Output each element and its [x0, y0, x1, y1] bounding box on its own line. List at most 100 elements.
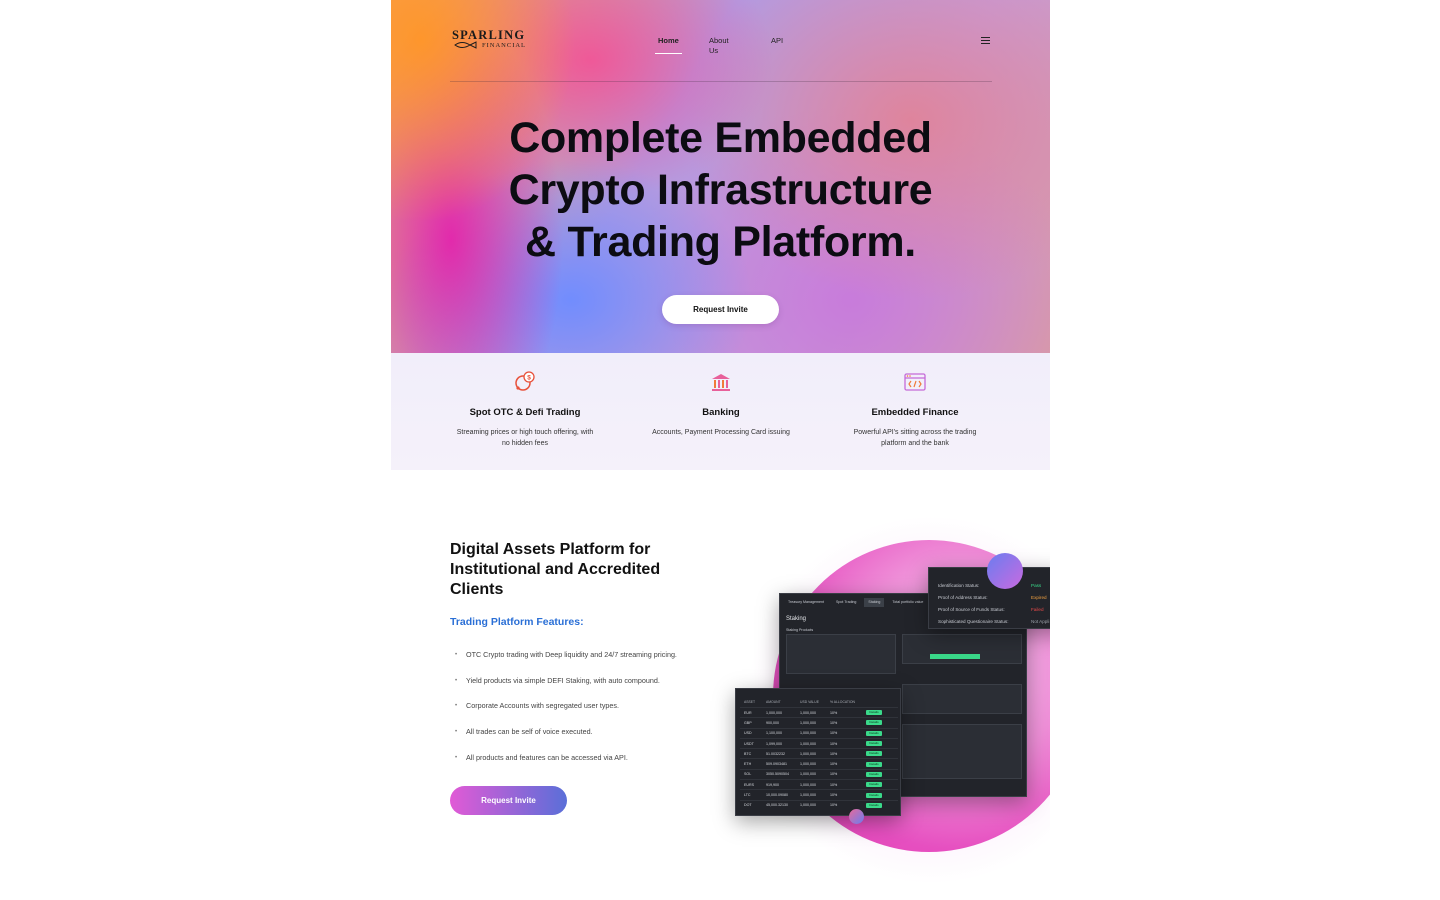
request-invite-button[interactable]: Request Invite	[662, 295, 779, 324]
cell-asset: USD	[744, 731, 752, 736]
status-row: Proof of Address Status: Expired	[938, 595, 1050, 600]
status-value: Pass	[1031, 583, 1042, 588]
status-value: Failed	[1031, 607, 1044, 612]
svg-text:$: $	[527, 374, 531, 381]
details-button[interactable]: Details	[866, 761, 882, 767]
cell-usd: 1,000,000	[800, 762, 816, 767]
status-label: Proof of Address Status:	[938, 595, 988, 600]
nav-home[interactable]: Home	[655, 36, 682, 54]
cell-usd: 1,000,000	[800, 772, 816, 777]
cell-amount: 45,000.32130	[766, 803, 788, 808]
details-button[interactable]: Details	[866, 802, 882, 808]
details-button[interactable]: Details	[866, 710, 882, 716]
tab-spot-trading: Spot Trading	[836, 600, 857, 604]
list-item: All trades can be self of voice executed…	[455, 722, 677, 748]
nav-api[interactable]: API	[771, 36, 783, 54]
cell-amount: 1,100,000	[766, 731, 782, 736]
cell-allocation: 10%	[830, 741, 838, 746]
cell-allocation: 10%	[830, 762, 838, 767]
navbar: SPARLING FINANCIAL Home About Us API	[450, 0, 992, 82]
cell-asset: GBP	[744, 720, 752, 725]
status-value: Expired	[1031, 595, 1047, 600]
platform-subtitle: Trading Platform Features:	[450, 616, 584, 628]
status-label: Proof of Source of Funds Status:	[938, 607, 1005, 612]
table-row: LTC 10,000.09080 1,000,000 10% Details	[740, 789, 898, 799]
cell-asset: EURS	[744, 782, 754, 787]
details-button[interactable]: Details	[866, 782, 882, 788]
nav-about-us[interactable]: About Us	[709, 36, 729, 55]
balance-box	[902, 684, 1022, 714]
table-row: ETH 509.0903481 1,000,000 10% Details	[740, 758, 898, 768]
feature-desc: Streaming prices or high touch offering,…	[456, 429, 594, 447]
hero-title-line-3: & Trading Platform.	[525, 218, 916, 266]
brand-logo[interactable]: SPARLING FINANCIAL	[452, 28, 532, 52]
mockup-tabs: Treasury Management Spot Trading Staking…	[784, 598, 927, 607]
cell-asset: USDT	[744, 741, 754, 746]
table-header: ASSET AMOUNT USD VALUE % ALLOCATION	[740, 697, 898, 707]
cell-amount: 51.0032232	[766, 751, 785, 756]
details-button[interactable]: Details	[866, 720, 882, 726]
feature-desc: Powerful API's sitting across the tradin…	[853, 429, 977, 447]
portfolio-table-panel: ASSET AMOUNT USD VALUE % ALLOCATION EUR 1…	[735, 688, 901, 816]
platform-feature-list: OTC Crypto trading with Deep liquidity a…	[455, 645, 677, 773]
list-item: OTC Crypto trading with Deep liquidity a…	[455, 645, 677, 671]
details-button[interactable]: Details	[866, 751, 882, 757]
cell-allocation: 10%	[830, 751, 838, 756]
cell-amount: 1,000,000	[766, 710, 782, 715]
staking-products-table	[786, 634, 896, 674]
portfolio-table: ASSET AMOUNT USD VALUE % ALLOCATION EUR 1…	[740, 697, 898, 810]
fish-icon	[454, 41, 477, 49]
decorative-dot	[849, 809, 864, 824]
table-row: DOT 45,000.32130 1,000,000 10% Details	[740, 799, 898, 810]
status-label: Sophisticated Questionaire Status:	[938, 619, 1009, 624]
staking-subtitle: Staking Products	[786, 628, 814, 632]
col-allocation: % ALLOCATION	[830, 700, 855, 704]
cell-amount: 900,000	[766, 720, 779, 725]
cell-usd: 1,000,000	[800, 741, 816, 746]
table-row: GBP 900,000 1,000,000 10% Details	[740, 717, 898, 727]
cell-amount: 3050.5090504	[766, 772, 789, 777]
exchange-coin-icon: $	[515, 371, 535, 391]
cell-amount: 509.0903481	[766, 762, 787, 767]
page: SPARLING FINANCIAL Home About Us API Com…	[391, 0, 1050, 900]
cell-usd: 1,000,000	[800, 793, 816, 798]
feature-title: Banking	[702, 407, 740, 418]
request-invite-button-secondary[interactable]: Request Invite	[450, 786, 567, 815]
cell-allocation: 10%	[830, 772, 838, 777]
staking-title: Staking	[786, 616, 807, 622]
cell-usd: 1,000,000	[800, 710, 816, 715]
feature-title: Embedded Finance	[871, 407, 959, 418]
hero-section: SPARLING FINANCIAL Home About Us API Com…	[391, 0, 1050, 353]
col-amount: AMOUNT	[766, 700, 781, 704]
tab-portfolio: Total portfolio value	[892, 600, 924, 604]
cell-amount: 919,900	[766, 782, 779, 787]
cell-allocation: 10%	[830, 793, 838, 798]
details-button[interactable]: Details	[866, 730, 882, 736]
col-asset: ASSET	[744, 700, 756, 704]
table-row: SOL 3050.5090504 1,000,000 10% Details	[740, 768, 898, 779]
details-button[interactable]: Details	[866, 771, 882, 777]
stake-form	[902, 634, 1022, 664]
cell-usd: 1,000,000	[800, 803, 816, 808]
col-usd: USD VALUE	[800, 700, 819, 704]
decorative-dot	[987, 553, 1023, 589]
cell-allocation: 10%	[830, 803, 838, 808]
list-item: Yield products via simple DEFI Staking, …	[455, 671, 677, 697]
tab-treasury: Treasury Management	[788, 600, 825, 604]
list-item: Corporate Accounts with segregated user …	[455, 696, 677, 722]
details-button[interactable]: Details	[866, 741, 882, 747]
details-button[interactable]: Details	[866, 792, 882, 798]
cell-asset: LTC	[744, 793, 751, 798]
cell-amount: 10,000.09080	[766, 793, 788, 798]
brand-subtitle: FINANCIAL	[482, 42, 527, 49]
status-row: Proof of Source of Funds Status: Failed	[938, 607, 1050, 612]
features-strip: $ Spot OTC & Defi Trading Streaming pric…	[391, 353, 1050, 470]
table-row: EUR 1,000,000 1,000,000 10% Details	[740, 707, 898, 717]
status-row: Sophisticated Questionaire Status: Not A…	[938, 619, 1050, 624]
hero-title: Complete Embedded Crypto Infrastructure …	[391, 112, 1050, 268]
cell-allocation: 10%	[830, 720, 838, 725]
table-row: USD 1,100,000 1,000,000 10% Details	[740, 727, 898, 738]
history-table	[902, 724, 1022, 779]
cell-allocation: 10%	[830, 731, 838, 736]
hamburger-icon[interactable]	[981, 37, 990, 45]
